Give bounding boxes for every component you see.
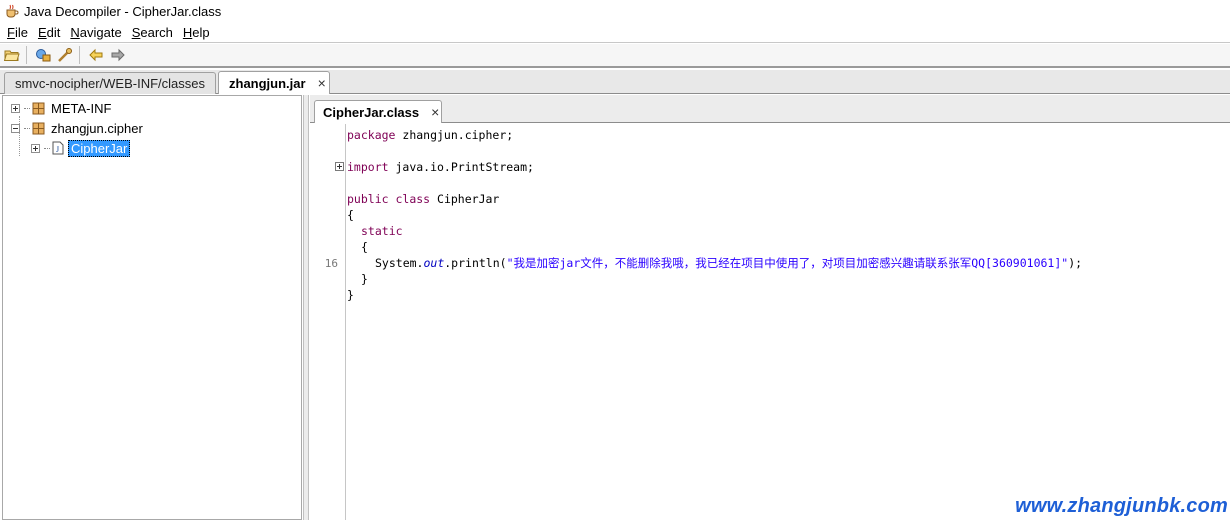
close-icon[interactable]: × [318, 75, 326, 91]
menu-file-mnemonic: F [7, 24, 15, 40]
code-text: .println( [444, 256, 507, 270]
tree-connector [24, 127, 30, 129]
watermark: www.zhangjunbk.com [1015, 495, 1228, 517]
code-line: { [361, 239, 368, 255]
keyword: package [347, 128, 396, 142]
code-line: System.out.println("我是加密jar文件，不能删除我哦，我已经… [375, 255, 1082, 271]
menu-search-rest: earch [140, 24, 173, 40]
tree-item-zhangjun-cipher[interactable]: zhangjun.cipher [11, 119, 143, 137]
open-type-hierarchy-icon [58, 48, 72, 62]
code-line: } [361, 271, 368, 287]
tab-cipherjar-class[interactable]: CipherJar.class × [314, 100, 442, 123]
code-text: CipherJar [430, 192, 500, 206]
tab-label: zhangjun.jar [229, 75, 306, 91]
tab-label: CipherJar.class [323, 104, 420, 120]
menu-navigate-mnemonic: N [70, 24, 80, 40]
code-text: { [347, 208, 354, 222]
menu-edit-rest: dit [46, 24, 61, 40]
code-text: } [347, 288, 354, 302]
string-literal: "我是加密jar文件，不能删除我哦，我已经在项目中使用了，对项目加密感兴趣请联系… [506, 256, 1069, 270]
code-line: package zhangjun.cipher; [347, 127, 513, 143]
svg-text:J: J [56, 145, 59, 154]
menu-help-mnemonic: H [182, 24, 193, 40]
tree-item-label: CipherJar [68, 139, 131, 157]
code-text: System. [375, 256, 424, 270]
editor-panel: CipherJar.class × 16 package zhangjun.ci… [310, 95, 1230, 520]
title-bar: Java Decompiler - CipherJar.class [0, 0, 1230, 22]
package-tree: META-INF zhangjun.cipher J CipherJar [2, 95, 302, 520]
package-icon [32, 102, 45, 114]
java-file-icon: J [52, 141, 64, 155]
code-text: zhangjun.cipher; [395, 128, 514, 142]
coffee-cup-icon [6, 4, 19, 18]
menu-bar: File Edit Navigate Search Help [0, 22, 1230, 43]
tree-item-label: META-INF [51, 100, 112, 116]
menu-help[interactable]: Help [178, 25, 215, 40]
menu-search[interactable]: Search [127, 25, 178, 40]
jar-tab-bar: smvc-nocipher/WEB-INF/classes zhangjun.j… [0, 70, 1230, 94]
menu-edit[interactable]: Edit [33, 25, 65, 40]
tree-connector [44, 147, 50, 149]
close-icon[interactable]: × [431, 104, 439, 120]
forward-button[interactable] [108, 45, 128, 65]
menu-file[interactable]: File [2, 25, 33, 40]
keyword: static [361, 224, 403, 238]
menu-help-rest: elp [192, 24, 210, 40]
tab-zhangjun-jar[interactable]: zhangjun.jar × [218, 71, 330, 94]
toolbar [0, 44, 1230, 68]
collapse-icon[interactable] [11, 123, 20, 133]
line-number: 16 [324, 257, 338, 270]
expand-icon[interactable] [31, 143, 40, 153]
tree-item-meta-inf[interactable]: META-INF [11, 99, 111, 117]
open-file-button[interactable] [2, 45, 22, 65]
code-line: import java.io.PrintStream; [347, 159, 534, 175]
expand-icon[interactable] [335, 162, 344, 171]
tree-item-label: zhangjun.cipher [51, 120, 143, 136]
tree-item-cipherjar[interactable]: J CipherJar [31, 139, 131, 157]
menu-file-rest: ile [14, 24, 28, 40]
menu-navigate[interactable]: Navigate [65, 25, 126, 40]
open-type-button[interactable] [33, 45, 53, 65]
tree-connector [24, 107, 30, 109]
keyword: class [395, 192, 431, 206]
code-line: static [361, 223, 403, 239]
keyword: public [347, 192, 389, 206]
code-line: } [347, 287, 354, 303]
keyword: import [347, 160, 389, 174]
code-line: { [347, 207, 354, 223]
menu-navigate-rest: avigate [79, 24, 122, 40]
open-file-icon [4, 50, 20, 61]
toolbar-separator [26, 46, 27, 64]
class-tab-bar: CipherJar.class × [310, 95, 1230, 123]
tab-smvc-nocipher[interactable]: smvc-nocipher/WEB-INF/classes [4, 72, 216, 94]
open-type-hierarchy-button[interactable] [55, 45, 75, 65]
code-text: java.io.PrintStream; [388, 160, 534, 174]
back-icon [89, 48, 103, 62]
code-text: ); [1068, 256, 1083, 270]
open-type-icon [36, 49, 51, 62]
field-reference: out [423, 256, 445, 270]
forward-icon [111, 48, 125, 62]
tab-label: smvc-nocipher/WEB-INF/classes [15, 76, 205, 91]
package-icon [32, 122, 45, 134]
code-text: { [361, 240, 368, 254]
source-editor[interactable]: 16 package zhangjun.cipher; import java.… [310, 124, 1230, 520]
line-gutter: 16 [310, 124, 346, 520]
toolbar-separator [79, 46, 80, 64]
code-text: } [361, 272, 368, 286]
panel-splitter[interactable] [303, 95, 309, 520]
expand-icon[interactable] [11, 103, 20, 113]
back-button[interactable] [86, 45, 106, 65]
window-title: Java Decompiler - CipherJar.class [24, 3, 222, 19]
code-line: public class CipherJar [347, 191, 499, 207]
menu-edit-mnemonic: E [37, 24, 47, 40]
